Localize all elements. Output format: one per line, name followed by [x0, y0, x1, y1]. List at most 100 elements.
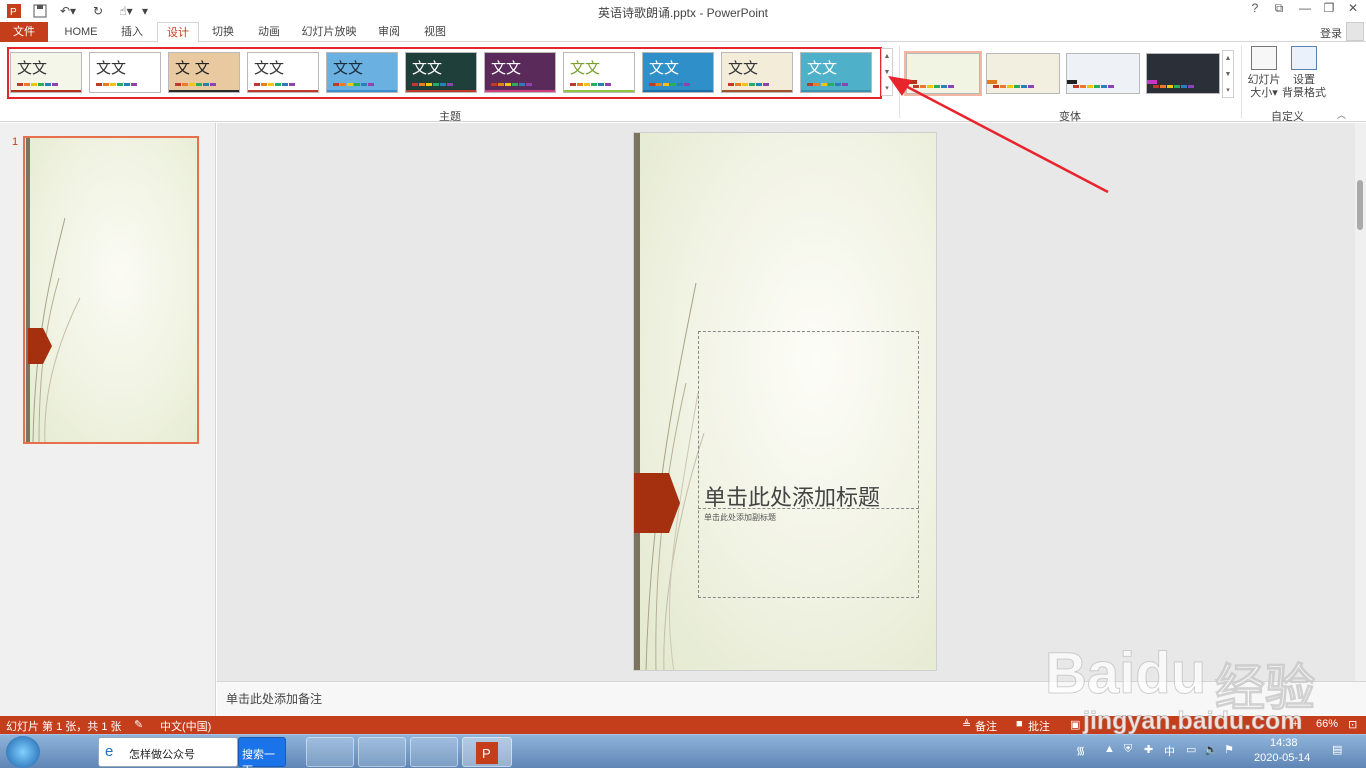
ie-search-box[interactable]: e 怎样做公众号	[98, 737, 238, 767]
taskbar-app-360-icon[interactable]	[358, 737, 406, 767]
chevron-down-icon[interactable]: ▼	[882, 65, 892, 81]
sign-in-link[interactable]: 登录	[1320, 25, 1342, 41]
tab-home[interactable]: HOME	[58, 22, 104, 42]
tab-view[interactable]: 视图	[416, 22, 454, 42]
title-placeholder[interactable]: 单击此处添加标题	[704, 480, 880, 512]
theme-color-swatches	[175, 83, 216, 86]
theme-accent-bar	[564, 90, 634, 92]
theme-thumbnail[interactable]: 文文	[642, 52, 714, 93]
notes-toggle-button[interactable]: 备注	[975, 718, 997, 734]
theme-thumbnail[interactable]: 文文	[10, 52, 82, 93]
notes-placeholder[interactable]: 单击此处添加备注	[226, 690, 322, 707]
theme-thumbnail[interactable]: 文文	[484, 52, 556, 93]
tab-animations[interactable]: 动画	[250, 22, 288, 42]
theme-thumbnail[interactable]: 文文	[247, 52, 319, 93]
ime-indicator[interactable]: 中	[1164, 743, 1175, 759]
slide-thumbnail[interactable]	[23, 136, 199, 444]
clock-time[interactable]: 14:38	[1270, 737, 1298, 749]
network-icon[interactable]: ▭	[1186, 743, 1196, 756]
theme-thumbnail[interactable]: 文 文	[168, 52, 240, 93]
collapse-ribbon-icon[interactable]: ︿	[1337, 108, 1346, 121]
theme-accent-bar	[801, 90, 871, 92]
variant-thumbnail[interactable]	[904, 51, 982, 96]
theme-sample-text: 文文	[254, 59, 285, 77]
zoom-level[interactable]: 66%	[1316, 718, 1338, 730]
action-center-icon[interactable]: ▤	[1332, 743, 1342, 756]
tab-slideshow[interactable]: 幻灯片放映	[296, 22, 362, 42]
ribbon-display-options-button[interactable]: ⧉	[1268, 1, 1290, 19]
start-button-icon[interactable]	[6, 736, 40, 768]
slide-size-line1: 幻灯片	[1247, 74, 1281, 86]
theme-thumbnail[interactable]: 文文	[800, 52, 872, 93]
theme-color-swatches	[728, 83, 769, 86]
normal-view-icon[interactable]: ▣	[1070, 718, 1080, 731]
more-icon[interactable]: ▾	[882, 81, 892, 97]
variant-color-swatches	[993, 85, 1034, 88]
more-icon[interactable]: ▾	[1223, 83, 1233, 99]
wifi-icon[interactable]: ᯾	[1076, 743, 1085, 758]
theme-accent-bar	[406, 90, 476, 92]
vertical-scrollbar[interactable]	[1355, 123, 1366, 681]
taskbar-app-chrome-icon[interactable]	[306, 737, 354, 767]
theme-sample-text: 文文	[570, 59, 601, 77]
tab-transitions[interactable]: 切换	[204, 22, 242, 42]
themes-scroll[interactable]: ▲ ▼ ▾	[881, 48, 893, 96]
360-tray-icon[interactable]: ✚	[1144, 743, 1153, 756]
comments-icon[interactable]: ■	[1016, 718, 1023, 730]
tab-review[interactable]: 审阅	[370, 22, 408, 42]
watermark-brand-part2: du	[1135, 641, 1207, 707]
slide-canvas[interactable]: 单击此处添加标题 单击此处添加副标题	[633, 132, 937, 671]
security-icon[interactable]: ⛨	[1124, 743, 1132, 756]
slide-size-line2: 大小	[1250, 87, 1273, 99]
theme-thumbnail[interactable]: 文文	[405, 52, 477, 93]
theme-thumbnail[interactable]: 文文	[89, 52, 161, 93]
chevron-up-icon[interactable]: ▲	[1223, 51, 1233, 67]
search-button-label: 搜索一下	[242, 749, 275, 777]
notes-toggle-icon[interactable]: ≜	[962, 718, 971, 731]
variant-thumbnail[interactable]	[1066, 53, 1140, 94]
minimize-button[interactable]: —	[1294, 1, 1316, 19]
theme-accent-bar	[485, 90, 555, 92]
watermark-url: jingyan.baidu.com	[1082, 707, 1303, 736]
volume-icon[interactable]: 🔈	[1204, 743, 1218, 756]
variant-thumbnail[interactable]	[986, 53, 1060, 94]
variant-color-swatches	[1153, 85, 1194, 88]
theme-thumbnail[interactable]: 文文	[326, 52, 398, 93]
theme-sample-text: 文 文	[175, 59, 210, 77]
comments-button[interactable]: 批注	[1028, 718, 1050, 734]
tab-file[interactable]: 文件	[0, 22, 48, 42]
slide-size-button[interactable]: 幻灯片 大小▾	[1242, 46, 1286, 100]
clock-date[interactable]: 2020-05-14	[1254, 752, 1310, 764]
format-background-button[interactable]: 设置 背景格式	[1282, 46, 1326, 100]
maximize-button[interactable]: ❐	[1318, 1, 1340, 19]
theme-color-swatches	[649, 83, 690, 86]
scrollbar-thumb[interactable]	[1357, 180, 1363, 230]
window-title: 英语诗歌朗诵.pptx - PowerPoint	[597, 6, 769, 20]
help-button[interactable]: ?	[1244, 1, 1266, 19]
chevron-up-icon[interactable]: ▲	[882, 49, 892, 65]
tray-expand-icon[interactable]: ▲	[1104, 743, 1115, 755]
tab-insert[interactable]: 插入	[112, 22, 152, 42]
close-button[interactable]: ✕	[1342, 1, 1364, 19]
language-indicator[interactable]: 中文(中国)	[160, 718, 211, 734]
fit-slide-icon[interactable]: ⊡	[1348, 718, 1357, 731]
placeholder-frame[interactable]	[698, 331, 919, 598]
search-button[interactable]: 搜索一下	[238, 737, 286, 777]
spellcheck-icon[interactable]: ✎	[134, 718, 143, 731]
ie-search-text[interactable]: 怎样做公众号	[129, 746, 195, 762]
theme-thumbnail[interactable]: 文文	[563, 52, 635, 93]
theme-thumbnail[interactable]: 文文	[721, 52, 793, 93]
themes-group-label: 主题	[439, 111, 461, 123]
taskbar-explorer-icon[interactable]	[410, 737, 458, 767]
variants-scroll[interactable]: ▲ ▼ ▾	[1222, 50, 1234, 98]
subtitle-placeholder[interactable]: 单击此处添加副标题	[704, 512, 776, 523]
tab-design[interactable]: 设计	[157, 22, 199, 43]
variant-color-swatches	[913, 85, 954, 88]
account-avatar[interactable]	[1346, 22, 1364, 41]
variant-thumbnail[interactable]	[1146, 53, 1220, 94]
flag-icon[interactable]: ⚑	[1224, 743, 1234, 756]
taskbar-powerpoint-icon[interactable]: P	[462, 737, 512, 767]
chevron-down-icon[interactable]: ▼	[1223, 67, 1233, 83]
theme-color-swatches	[254, 83, 295, 86]
app-icon-colorful[interactable]	[50, 737, 94, 767]
